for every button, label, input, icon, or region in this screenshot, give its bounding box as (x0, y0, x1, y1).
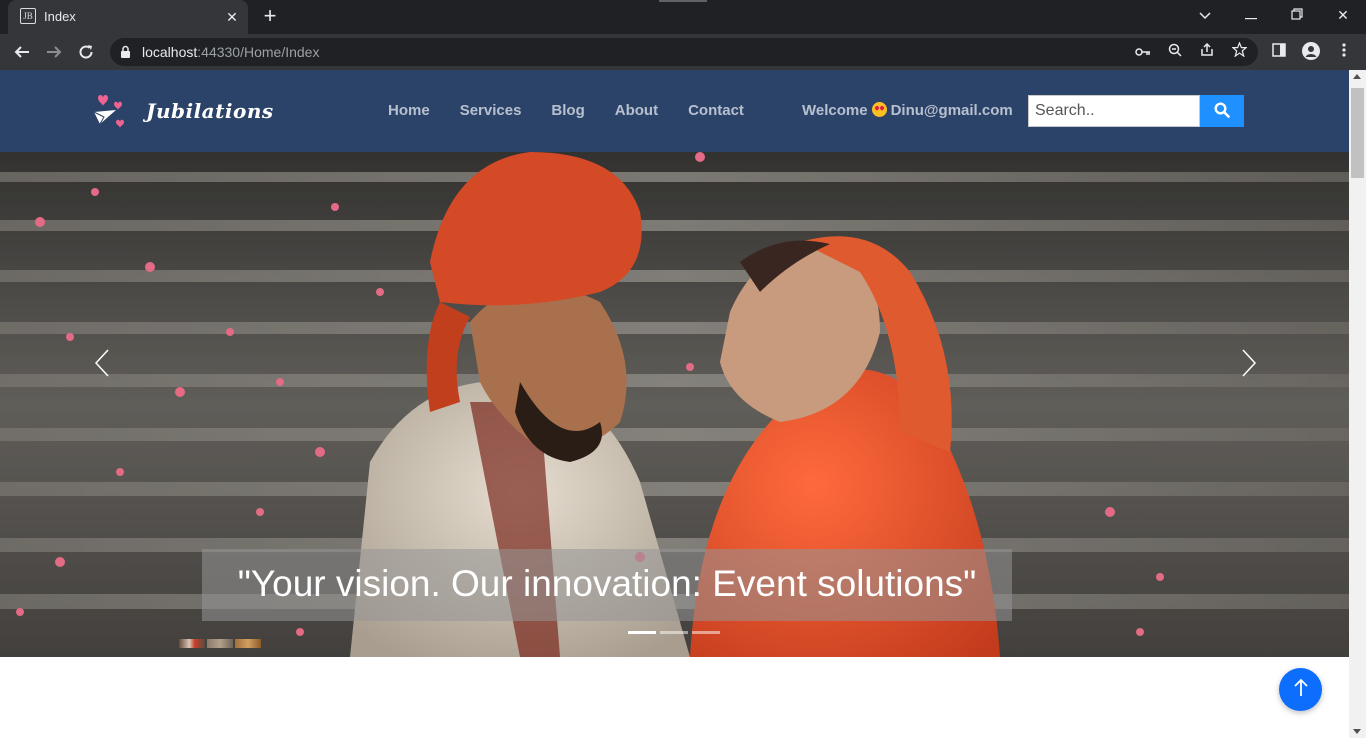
thumbnail-2[interactable] (207, 639, 233, 648)
search-input[interactable] (1028, 95, 1200, 127)
welcome-user: Dinu@gmail.com (890, 102, 1013, 119)
thumbnail-3[interactable] (235, 639, 261, 648)
carousel-indicator-3[interactable] (692, 631, 720, 634)
tab-title: Index (44, 9, 76, 24)
scroll-down-arrow-icon[interactable] (1353, 729, 1361, 734)
tabstrip-drag-handle (659, 0, 707, 2)
main-nav: Home Services Blog About Contact (388, 102, 744, 119)
address-bar-row: localhost:44330/Home/Index (0, 34, 1366, 70)
page-scrollbar[interactable] (1349, 70, 1366, 738)
key-icon[interactable] (1133, 42, 1153, 62)
carousel-indicator-2[interactable] (660, 631, 688, 634)
nav-contact[interactable]: Contact (688, 102, 744, 119)
minimize-icon[interactable] (1228, 0, 1274, 30)
carousel-indicators (628, 631, 720, 634)
logo-hearts-icon (93, 95, 124, 128)
site-logo[interactable]: Jubilations (90, 90, 273, 132)
logo-text: Jubilations (146, 99, 274, 123)
hero-caption: "Your vision. Our innovation: Event solu… (202, 549, 1012, 621)
thumbnail-1[interactable] (179, 639, 205, 648)
forward-icon[interactable] (40, 38, 68, 66)
search-icon (1214, 101, 1230, 118)
share-icon[interactable] (1197, 42, 1217, 62)
profile-icon[interactable] (1301, 42, 1321, 62)
nav-about[interactable]: About (615, 102, 658, 119)
site-header: Jubilations Home Services Blog About Con… (0, 70, 1349, 152)
restore-icon[interactable] (1274, 0, 1320, 30)
chevron-left-icon (94, 349, 109, 377)
heart-eyes-emoji-icon (871, 102, 887, 117)
menu-dots-icon[interactable] (1334, 42, 1354, 62)
back-to-top-button[interactable] (1279, 668, 1322, 711)
scroll-thumb[interactable] (1351, 88, 1364, 178)
carousel-indicator-1[interactable] (628, 631, 656, 634)
carousel-prev-button[interactable] (88, 348, 118, 378)
zoom-icon[interactable] (1165, 42, 1185, 62)
side-panel-icon[interactable] (1269, 42, 1289, 62)
omnibox[interactable]: localhost:44330/Home/Index (110, 38, 1258, 66)
url-text: localhost:44330/Home/Index (142, 44, 320, 60)
back-icon[interactable] (8, 38, 36, 66)
bookmark-star-icon[interactable] (1229, 41, 1249, 62)
tab-close-icon[interactable]: ✕ (223, 8, 241, 26)
chevron-right-icon (1242, 349, 1257, 377)
carousel-next-button[interactable] (1233, 348, 1263, 378)
new-tab-icon[interactable]: + (258, 5, 282, 29)
close-window-icon[interactable]: ✕ (1320, 0, 1366, 30)
page-viewport: Jubilations Home Services Blog About Con… (0, 70, 1349, 738)
arrow-up-icon (1293, 678, 1308, 696)
welcome-label: Welcome (802, 102, 868, 119)
reload-icon[interactable] (72, 38, 100, 66)
browser-tabbar: JB Index ✕ + ✕ (0, 0, 1366, 34)
browser-tab[interactable]: JB Index ✕ (8, 0, 248, 34)
lock-icon (121, 45, 130, 58)
welcome-message: Welcome Dinu@gmail.com (802, 102, 1013, 119)
favicon-icon: JB (20, 8, 36, 24)
tab-search-icon[interactable] (1182, 0, 1228, 30)
nav-services[interactable]: Services (460, 102, 522, 119)
nav-home[interactable]: Home (388, 102, 430, 119)
hero-carousel[interactable]: "Your vision. Our innovation: Event solu… (0, 152, 1349, 657)
nav-blog[interactable]: Blog (551, 102, 584, 119)
search-button[interactable] (1200, 95, 1244, 127)
hero-caption-text: "Your vision. Our innovation: Event solu… (237, 563, 977, 604)
carousel-thumbnails (179, 639, 261, 648)
scroll-up-arrow-icon[interactable] (1353, 74, 1361, 79)
